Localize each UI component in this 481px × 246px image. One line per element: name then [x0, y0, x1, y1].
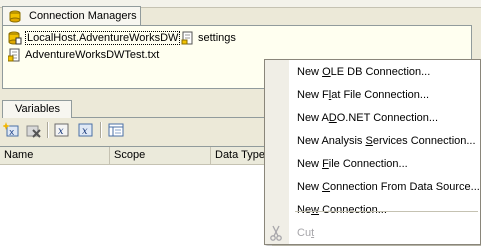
tab-connection-managers-label: Connection Managers: [29, 10, 137, 22]
menu-item-label-part: at File Connection...: [331, 89, 430, 101]
choose-columns-icon[interactable]: [107, 121, 125, 139]
menu-item-label-part: New: [297, 158, 323, 170]
menu-item-label-part: ervices Connection...: [372, 135, 476, 147]
menu-item-label-part: O.NET Connection...: [336, 112, 439, 124]
menu-item-accelerator: F: [322, 158, 329, 170]
connection-manager-label: AdventureWorksDWTest.txt: [25, 49, 160, 61]
connection-managers-icon: [9, 10, 21, 23]
menu-item-label-part: onnection From Data Source...: [330, 181, 480, 193]
menu-item-label-part: Ne: [297, 204, 312, 216]
menu-item-accelerator: C: [322, 181, 331, 193]
column-header-scope[interactable]: Scope: [110, 147, 211, 164]
tab-connection-managers[interactable]: Connection Managers: [2, 6, 141, 25]
menu-item-label-part: Cu: [297, 227, 312, 239]
menu-item-label-part: New A: [297, 112, 329, 124]
add-variable-icon[interactable]: x: [3, 121, 21, 139]
menu-item-label: New Analysis Services Connection...: [297, 135, 476, 147]
menu-item-label: New Flat File Connection...: [297, 89, 429, 101]
svg-text:x: x: [58, 126, 64, 137]
menu-icon-gutter: [265, 60, 289, 244]
menu-item-label: New File Connection...: [297, 158, 408, 170]
svg-text:x: x: [9, 128, 15, 138]
toolbar-separator: [100, 122, 102, 138]
menu-item-accelerator: t: [311, 227, 315, 239]
database-connection-icon: [8, 31, 22, 45]
variables-grid[interactable]: Name Scope Data Type: [0, 146, 272, 246]
delete-variable-icon[interactable]: [24, 121, 42, 139]
menu-item-new-connection-from-data-source[interactable]: New Connection From Data Source...: [289, 177, 480, 199]
menu-separator: [295, 211, 478, 212]
column-header-name[interactable]: Name: [0, 147, 110, 164]
menu-item-label-part: New: [297, 66, 323, 78]
menu-item-label: New OLE DB Connection...: [297, 66, 430, 78]
menu-item-cut: Cut: [289, 223, 480, 245]
variables-toolbar: x x x: [0, 118, 272, 142]
menu-item-label: New Connection...: [297, 204, 387, 216]
menu-item-accelerator: O: [322, 66, 331, 78]
menu-item-accelerator: S: [365, 135, 373, 147]
show-all-variables-icon[interactable]: x: [77, 121, 95, 139]
tab-variables[interactable]: Variables: [2, 100, 72, 118]
scissors-icon: [269, 225, 283, 241]
context-menu: New OLE DB Connection... New Flat File Co…: [264, 59, 481, 245]
menu-item-label-part: LE DB Connection...: [330, 66, 431, 78]
menu-item-label: Cut: [297, 227, 314, 239]
column-header-data-type[interactable]: Data Type: [211, 147, 272, 164]
tab-variables-label: Variables: [15, 103, 61, 115]
connection-manager-label: LocalHost.AdventureWorksDW: [25, 31, 181, 45]
menu-item-label-part: ile Connection...: [328, 158, 408, 170]
grid-header: Name Scope Data Type: [0, 147, 272, 165]
menu-item-new-flat-file-connection[interactable]: New Flat File Connection...: [289, 85, 480, 107]
menu-item-label-part: New Analysis: [297, 135, 366, 147]
menu-item-label-part: Connection...: [319, 204, 387, 216]
menu-item-label-part: New F: [297, 89, 329, 101]
menu-item-new-ado-net-connection[interactable]: New ADO.NET Connection...: [289, 108, 480, 130]
connection-manager-label: settings: [198, 32, 236, 44]
flat-file-icon: [7, 48, 22, 62]
menu-item-new-file-connection[interactable]: New File Connection...: [289, 154, 480, 176]
menu-item-accelerator: D: [328, 112, 337, 124]
file-connection-icon: [181, 31, 195, 45]
show-system-variables-icon[interactable]: x: [53, 121, 71, 139]
menu-item-label: New Connection From Data Source...: [297, 181, 480, 193]
menu-item-label: New ADO.NET Connection...: [297, 112, 438, 124]
svg-text:x: x: [82, 126, 88, 137]
menu-item-new-analysis-services-connection[interactable]: New Analysis Services Connection...: [289, 131, 480, 153]
menu-item-accelerator: w: [311, 204, 320, 216]
menu-item-label-part: New: [297, 181, 323, 193]
toolbar-separator: [47, 122, 49, 138]
menu-item-new-ole-db-connection[interactable]: New OLE DB Connection...: [289, 62, 480, 84]
